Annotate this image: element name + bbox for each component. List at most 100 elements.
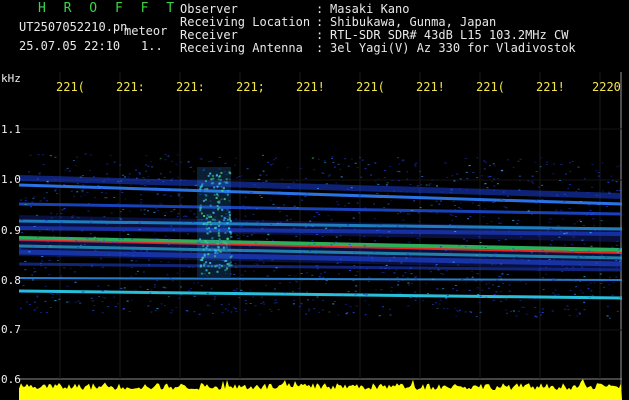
- noise-dot: [265, 285, 268, 286]
- noise-dot: [293, 227, 296, 229]
- noise-dot: [193, 171, 196, 172]
- noise-dot: [589, 282, 592, 284]
- meteor-burst-dot: [212, 211, 215, 214]
- noise-dot: [582, 256, 585, 258]
- noise-dot: [146, 289, 149, 290]
- noise-dot: [178, 297, 180, 299]
- noise-dot: [531, 175, 534, 177]
- noise-dot: [365, 294, 368, 296]
- meteor-burst-dot: [223, 198, 226, 201]
- noise-dot: [396, 225, 399, 227]
- noise-dot: [559, 180, 561, 181]
- noise-dot: [93, 305, 96, 306]
- noise-dot: [451, 214, 454, 216]
- noise-dot: [515, 256, 518, 258]
- noise-dot: [293, 303, 295, 305]
- noise-dot: [244, 196, 247, 198]
- meteor-burst-dot: [203, 215, 206, 217]
- noise-dot: [508, 290, 511, 292]
- noise-dot: [404, 272, 407, 274]
- meteor-burst-dot: [228, 211, 231, 214]
- noise-dot: [564, 193, 566, 195]
- noise-dot: [188, 290, 191, 291]
- noise-dot: [534, 307, 537, 309]
- noise-dot: [525, 313, 528, 315]
- noise-dot: [324, 278, 327, 280]
- noise-dot: [523, 306, 525, 308]
- noise-dot: [288, 266, 291, 268]
- meteor-burst-dot: [226, 181, 229, 184]
- noise-dot: [238, 176, 241, 177]
- noise-dot: [20, 292, 23, 294]
- meteor-burst-dot: [226, 267, 229, 270]
- noise-dot: [48, 274, 51, 276]
- noise-dot: [368, 280, 370, 282]
- noise-dot: [306, 192, 308, 194]
- noise-dot: [553, 163, 556, 165]
- noise-dot: [577, 256, 580, 258]
- noise-dot: [274, 193, 277, 195]
- noise-dot: [262, 301, 265, 303]
- noise-dot: [400, 262, 403, 264]
- noise-dot: [449, 224, 451, 226]
- meteor-burst-dot: [203, 262, 206, 265]
- noise-dot: [188, 266, 191, 268]
- noise-dot: [531, 214, 533, 216]
- noise-dot: [148, 264, 150, 266]
- noise-dot: [80, 266, 83, 268]
- noise-dot: [28, 304, 31, 305]
- y-tick-label: 0.8: [1, 274, 21, 287]
- noise-dot: [117, 303, 120, 305]
- noise-dot: [272, 163, 274, 165]
- noise-dot: [45, 192, 48, 194]
- noise-dot: [500, 199, 503, 201]
- meteor-burst-dot: [209, 221, 212, 223]
- noise-dot: [485, 283, 488, 285]
- noise-dot: [180, 179, 182, 181]
- noise-dot: [324, 271, 326, 273]
- noise-dot: [269, 309, 272, 310]
- meteor-burst-dot: [217, 246, 220, 249]
- noise-dot: [402, 219, 405, 221]
- noise-dot: [59, 216, 62, 218]
- noise-dot: [416, 238, 419, 239]
- noise-dot: [477, 294, 480, 296]
- noise-dot: [450, 189, 453, 191]
- noise-dot: [323, 160, 326, 162]
- noise-dot: [595, 170, 598, 171]
- noise-dot: [333, 242, 336, 244]
- noise-dot: [590, 290, 593, 292]
- noise-dot: [235, 266, 238, 268]
- noise-dot: [325, 280, 328, 282]
- noise-dot: [177, 213, 180, 215]
- noise-dot: [484, 247, 487, 248]
- noise-dot: [452, 200, 455, 202]
- noise-dot: [339, 261, 342, 263]
- noise-dot: [33, 196, 36, 198]
- noise-dot: [105, 192, 108, 194]
- noise-dot: [51, 296, 54, 298]
- noise-dot: [545, 164, 548, 165]
- noise-dot: [464, 157, 467, 159]
- noise-dot: [385, 264, 388, 266]
- noise-dot: [167, 243, 170, 245]
- noise-dot: [244, 208, 246, 210]
- meteor-burst-dot: [210, 178, 213, 181]
- noise-dot: [476, 287, 479, 289]
- noise-dot: [425, 184, 428, 186]
- noise-dot: [555, 209, 558, 211]
- noise-dot: [150, 161, 153, 162]
- noise-dot: [254, 242, 257, 244]
- noise-dot: [244, 309, 247, 311]
- meteor-burst-dot: [205, 217, 208, 220]
- noise-dot: [369, 243, 372, 245]
- noise-dot: [566, 305, 569, 307]
- noise-dot: [541, 249, 544, 251]
- noise-dot: [424, 282, 427, 284]
- noise-dot: [47, 241, 49, 243]
- noise-dot: [32, 279, 34, 281]
- noise-dot: [79, 302, 82, 304]
- noise-dot: [615, 276, 618, 278]
- noise-dot: [410, 232, 413, 234]
- noise-dot: [164, 159, 167, 161]
